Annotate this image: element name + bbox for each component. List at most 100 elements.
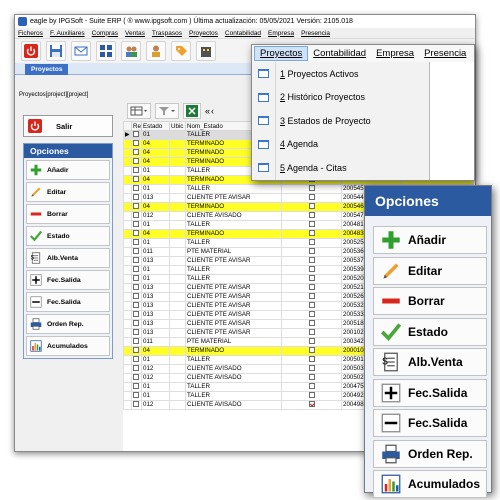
row-checkbox-cell[interactable] — [131, 355, 142, 365]
zoom-menu-proyectos[interactable]: Proyectos — [254, 46, 309, 61]
row-checkbox-cell[interactable] — [131, 130, 142, 140]
row-checkbox[interactable] — [133, 401, 139, 408]
flag-checkbox[interactable] — [308, 338, 315, 345]
row-checkbox[interactable] — [133, 167, 139, 174]
row-checkbox[interactable] — [133, 293, 139, 300]
flag-checkbox[interactable] — [308, 302, 315, 309]
flag-cell[interactable] — [281, 220, 342, 230]
row-checkbox[interactable] — [133, 194, 139, 201]
menu-ficheros[interactable]: Ficheros — [18, 30, 43, 37]
row-checkbox[interactable] — [133, 257, 139, 264]
flag-checkbox[interactable] — [308, 383, 315, 390]
person-toolbar-button[interactable] — [146, 41, 166, 61]
menu-ventas[interactable]: Ventas — [125, 30, 145, 37]
salir-button[interactable]: Salir — [23, 115, 113, 137]
flag-cell[interactable] — [281, 265, 342, 275]
flag-cell[interactable] — [281, 364, 342, 374]
opcion-editar-button[interactable]: Editar — [26, 182, 110, 202]
row-checkbox[interactable] — [133, 149, 139, 156]
row-checkbox-cell[interactable] — [131, 202, 142, 212]
row-checkbox[interactable] — [133, 221, 139, 228]
flag-checkbox[interactable] — [308, 401, 315, 408]
opcion-zoom-a-adir-button[interactable]: Añadir — [373, 226, 487, 254]
row-checkbox-cell[interactable] — [131, 283, 142, 293]
flag-cell[interactable] — [281, 346, 342, 356]
row-checkbox[interactable] — [133, 320, 139, 327]
opcion-zoom-alb-venta-button[interactable]: $ Alb.Venta — [373, 348, 487, 376]
row-checkbox-cell[interactable] — [131, 391, 142, 401]
flag-checkbox[interactable] — [308, 230, 315, 237]
flag-cell[interactable] — [281, 283, 342, 293]
opcion-a-adir-button[interactable]: Añadir — [26, 160, 110, 180]
row-checkbox-cell[interactable] — [131, 184, 142, 194]
row-checkbox[interactable] — [133, 212, 139, 219]
opcion-alb-venta-button[interactable]: $ Alb.Venta — [26, 248, 110, 268]
row-checkbox-cell[interactable] — [131, 157, 142, 167]
menu-item-proyectos-activos[interactable]: 1 Proyectos Activos — [252, 62, 429, 86]
flag-cell[interactable] — [281, 184, 342, 194]
flag-checkbox[interactable] — [308, 248, 315, 255]
opcion-borrar-button[interactable]: Borrar — [26, 204, 110, 224]
row-checkbox[interactable] — [133, 365, 139, 372]
flag-checkbox[interactable] — [308, 275, 315, 282]
row-checkbox-cell[interactable] — [131, 247, 142, 257]
menu-item-hist-rico-proyectos[interactable]: 2 Histórico Proyectos — [252, 85, 429, 109]
flag-checkbox[interactable] — [308, 320, 315, 327]
exit-toolbar-button[interactable] — [21, 41, 41, 61]
flag-cell[interactable] — [281, 229, 342, 239]
flag-cell[interactable] — [281, 382, 342, 392]
users-toolbar-button[interactable] — [121, 41, 141, 61]
excel-button[interactable] — [183, 103, 201, 119]
mail-toolbar-button[interactable] — [71, 41, 91, 61]
flag-checkbox[interactable] — [308, 266, 315, 273]
row-checkbox-cell[interactable] — [131, 166, 142, 176]
flag-checkbox[interactable] — [308, 203, 315, 210]
flag-checkbox[interactable] — [308, 284, 315, 291]
row-checkbox-cell[interactable] — [131, 364, 142, 374]
flag-cell[interactable] — [281, 193, 342, 203]
flag-checkbox[interactable] — [308, 239, 315, 246]
col-ubic[interactable]: Ubic — [169, 121, 186, 131]
opcion-zoom-orden-rep--button[interactable]: Orden Rep. — [373, 439, 487, 468]
row-checkbox[interactable] — [133, 203, 139, 210]
row-checkbox[interactable] — [133, 356, 139, 363]
menu-compras[interactable]: Compras — [92, 30, 118, 37]
flag-checkbox[interactable] — [308, 293, 315, 300]
row-checkbox-cell[interactable] — [131, 229, 142, 239]
menu-empresa[interactable]: Empresa — [268, 30, 294, 37]
row-checkbox[interactable] — [133, 230, 139, 237]
flag-cell[interactable] — [281, 202, 342, 212]
row-checkbox[interactable] — [133, 176, 139, 183]
row-checkbox-cell[interactable] — [131, 373, 142, 383]
flag-cell[interactable] — [281, 373, 342, 383]
row-checkbox[interactable] — [133, 302, 139, 309]
save-toolbar-button[interactable] — [46, 41, 66, 61]
zoom-menu-empresa[interactable]: Empresa — [371, 47, 419, 60]
row-checkbox-cell[interactable] — [131, 346, 142, 356]
columns-button[interactable] — [127, 103, 151, 119]
row-checkbox-cell[interactable] — [131, 301, 142, 311]
flag-cell[interactable] — [281, 310, 342, 320]
row-checkbox-cell[interactable] — [131, 274, 142, 284]
flag-cell[interactable] — [281, 211, 342, 221]
opcion-zoom-estado-button[interactable]: Estado — [373, 317, 487, 346]
grid-toolbar-button[interactable] — [96, 41, 116, 61]
row-checkbox[interactable] — [133, 374, 139, 381]
col-re[interactable]: Re — [131, 121, 142, 131]
menu-item-agenda-citas[interactable]: 5 Agenda - Citas — [252, 156, 429, 180]
row-checkbox-cell[interactable] — [131, 238, 142, 248]
row-checkbox[interactable] — [133, 185, 139, 192]
filter-button[interactable] — [155, 103, 179, 119]
opcion-zoom-editar-button[interactable]: Editar — [373, 256, 487, 285]
col-estado[interactable]: Estado — [141, 121, 170, 131]
menu-contabilidad[interactable]: Contabilidad — [225, 30, 261, 37]
opcion-zoom-fec-salida-button[interactable]: Fec.Salida — [373, 378, 487, 407]
row-checkbox[interactable] — [133, 266, 139, 273]
flag-checkbox[interactable] — [308, 329, 315, 336]
zoom-menu-contabilidad[interactable]: Contabilidad — [308, 47, 371, 60]
row-checkbox-cell[interactable] — [131, 220, 142, 230]
flag-cell[interactable] — [281, 355, 342, 365]
flag-checkbox[interactable] — [308, 356, 315, 363]
row-checkbox[interactable] — [133, 383, 139, 390]
menu-proyectos[interactable]: Proyectos — [189, 30, 218, 37]
